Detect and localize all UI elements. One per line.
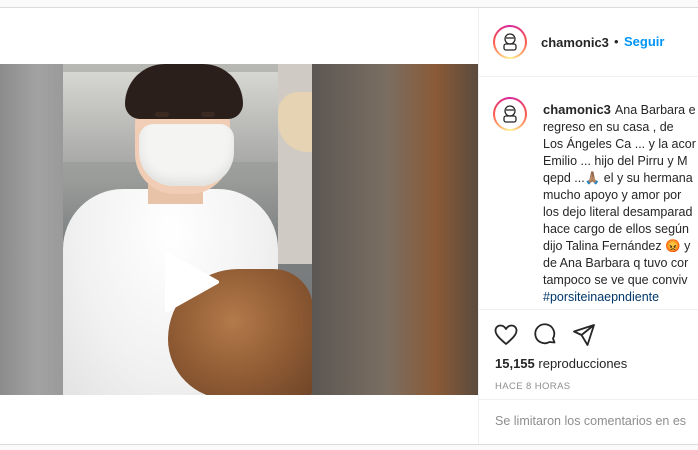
avatar-icon <box>503 33 517 51</box>
caption-line: de Ana Barbara q tuvo cor <box>543 256 689 270</box>
views-number: 15,155 <box>495 356 535 371</box>
caption-line: regreso en su casa , de <box>543 120 674 134</box>
media-area <box>0 8 478 444</box>
play-icon[interactable] <box>159 252 219 312</box>
action-bar: 15,155 reproducciones HACE 8 HORAS <box>479 309 698 400</box>
person-hair <box>125 64 243 119</box>
header-username[interactable]: chamonic3 <box>541 35 609 50</box>
caption-line: dijo Talina Fernández 😡 y <box>543 239 691 253</box>
caption-line: Ana Barbara e <box>614 103 696 117</box>
separator-dot: • <box>614 34 619 49</box>
video-blur-right <box>312 64 478 395</box>
post-timestamp[interactable]: HACE 8 HORAS <box>495 381 571 392</box>
view-count[interactable]: 15,155 reproducciones <box>495 356 627 371</box>
video-player[interactable] <box>0 64 478 395</box>
avatar-icon <box>503 105 517 123</box>
person-eyes <box>155 112 215 118</box>
instagram-post: chamonic3 • Seguir chamonic3 Ana Barbara … <box>0 7 698 445</box>
caption-line: tampoco se ve que conviv <box>543 273 688 287</box>
caption-area[interactable]: chamonic3 Ana Barbara e regreso en su cas… <box>479 77 698 309</box>
share-icon[interactable] <box>571 322 597 348</box>
post-sidebar: chamonic3 • Seguir chamonic3 Ana Barbara … <box>478 8 698 444</box>
follow-button[interactable]: Seguir <box>624 34 664 49</box>
hashtag-link[interactable]: #porsiteinaepndiente <box>543 289 698 306</box>
caption-line: qepd ...🙏🏽 el y su hermana <box>543 171 693 185</box>
caption-username[interactable]: chamonic3 <box>543 102 611 117</box>
caption-text: chamonic3 Ana Barbara e regreso en su cas… <box>543 101 698 306</box>
comments-footer: Se limitaron los comentarios en es <box>479 399 698 445</box>
heart-icon[interactable] <box>493 322 519 348</box>
avatar[interactable] <box>493 25 527 59</box>
caption-line: mucho apoyo y amor por <box>543 188 682 202</box>
video-blur-left <box>0 64 63 395</box>
caption-line: Los Ángeles Ca ... y la acor <box>543 137 696 151</box>
caption-line: Emilio ... hijo del Pirru y M <box>543 154 688 168</box>
video-frame <box>63 64 312 395</box>
post-header: chamonic3 • Seguir <box>479 8 698 77</box>
caption-line: los dejo literal desamparad <box>543 205 693 219</box>
caption-avatar[interactable] <box>493 97 527 131</box>
views-label: reproducciones <box>538 356 628 371</box>
comment-icon[interactable] <box>532 322 558 348</box>
face-mask <box>139 124 234 186</box>
caption-line: hace cargo de ellos según <box>543 222 689 236</box>
comments-limited-notice: Se limitaron los comentarios en es <box>495 414 687 428</box>
